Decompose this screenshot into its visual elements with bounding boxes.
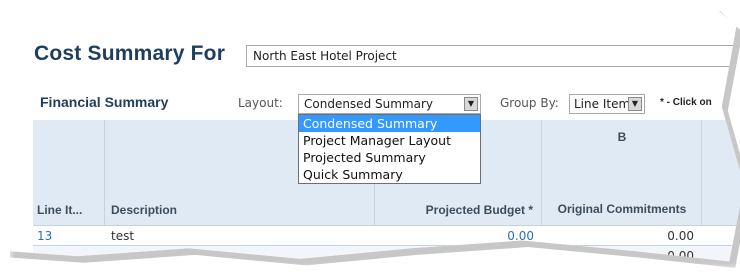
layout-option[interactable]: Projected Summary (299, 149, 480, 166)
layout-option[interactable]: Condensed Summary (299, 115, 480, 132)
groupby-select-value: Line Item (574, 97, 631, 111)
dropdown-arrow-icon[interactable]: ▼ (464, 97, 478, 111)
layout-select-value: Condensed Summary (304, 97, 433, 111)
column-group-letter: B (617, 130, 627, 144)
table-row[interactable]: 13 test 0.00 0.00 (33, 225, 740, 245)
layout-option[interactable]: Quick Summary (299, 166, 480, 183)
project-select-value: North East Hotel Project (253, 49, 397, 63)
click-note: * - Click on (660, 97, 712, 108)
column-header-label: Line It... (37, 203, 83, 217)
column-header-label: Original Commitments (557, 202, 687, 216)
financial-summary-heading: Financial Summary (40, 94, 169, 110)
description-cell: test (111, 229, 135, 243)
layout-label: Layout: (238, 96, 283, 110)
title-row: Cost Summary For (34, 42, 225, 66)
column-header-label: Description (111, 203, 178, 217)
layout-select[interactable]: Condensed Summary ▼ (298, 94, 481, 114)
page-title: Cost Summary For (34, 42, 226, 65)
column-header-original-commitments[interactable]: B Original Commitments (542, 120, 702, 225)
groupby-select[interactable]: Line Item ▼ (569, 94, 645, 114)
layout-option[interactable]: Project Manager Layout (299, 132, 480, 149)
line-item-link[interactable]: 13 (37, 229, 52, 243)
original-commitments-cell: 0.00 (667, 229, 694, 243)
dropdown-arrow-icon[interactable]: ▼ (628, 97, 642, 111)
torn-paper-frame: Cost Summary For North East Hotel Projec… (4, 2, 740, 262)
layout-dropdown-list[interactable]: Condensed Summary Project Manager Layout… (298, 114, 481, 184)
column-header-label: Projected Budget * (425, 203, 533, 217)
column-header-line-item[interactable]: Line It... (33, 120, 105, 225)
groupby-label: Group By: (500, 96, 559, 110)
project-select[interactable]: North East Hotel Project ▼ (246, 45, 740, 67)
projected-budget-cell[interactable]: 0.00 (375, 229, 534, 243)
